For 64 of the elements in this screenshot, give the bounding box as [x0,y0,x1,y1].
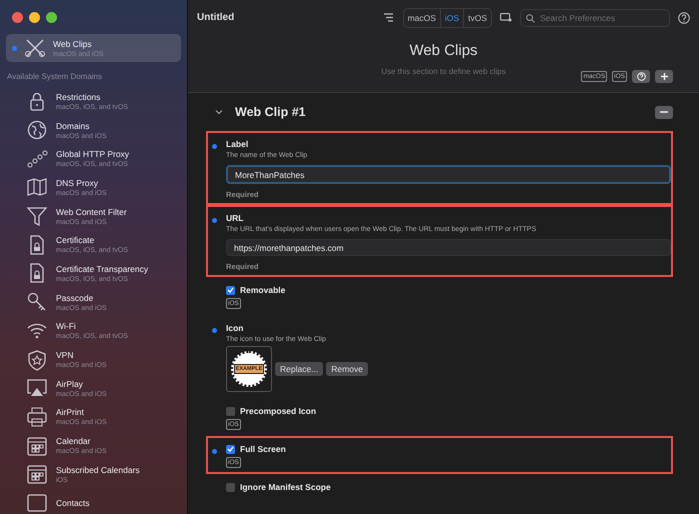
globe-icon [26,119,48,142]
item-name: Global HTTP Proxy [56,149,130,160]
page-subtitle: Use this section to define web clips [381,67,506,76]
nodes-icon [26,148,48,170]
help-icon [636,72,646,81]
window-title: Untitled [197,12,236,23]
checkbox-label: Ignore Manifest Scope [240,482,331,492]
plus-icon [660,73,668,80]
help-button[interactable] [632,70,650,83]
item-name: Passcode [56,292,94,303]
section-title: Web Clip #1 [235,105,307,119]
funnel-icon [26,205,48,228]
checkbox[interactable] [226,482,235,492]
platform-tab[interactable]: iOS [440,8,464,26]
sidebar-item[interactable]: Contacts [0,488,187,514]
image-button[interactable]: Replace... [275,362,324,376]
checkbox[interactable] [226,444,235,454]
item-name: Subscribed Calendars [56,464,140,475]
item-name: Web Clips [53,38,93,48]
page-title: Web Clips [409,42,478,59]
printer-icon [26,406,48,428]
item-name: VPN [56,350,74,360]
item-name: Web Content Filter [56,206,127,217]
shield-icon [26,348,48,371]
checkbox[interactable] [226,406,235,416]
item-name: DNS Proxy [56,178,100,188]
item-name: Contacts [56,498,90,508]
field-label: Icon [226,323,244,333]
display-icon[interactable] [500,13,512,22]
close-button[interactable] [12,12,23,23]
minimize-button[interactable] [29,12,40,23]
checkbox-label: Precomposed Icon [240,406,316,416]
zoom-button[interactable] [46,12,57,23]
add-button[interactable] [655,70,673,83]
item-name: Wi-Fi [56,321,77,332]
item-name: Certificate [56,235,96,246]
item-name: Calendar [56,436,92,446]
item-name: Restrictions [56,92,102,102]
help-icon[interactable] [678,12,690,24]
calendar-icon [26,434,48,457]
item-name: Certificate Transparency [56,264,148,274]
item-name: Domains [56,120,91,131]
text-field[interactable]: MoreThanPatches [226,165,671,184]
search-field[interactable]: Search Preferences [520,8,670,26]
section-heading: Available System Domains [6,71,104,83]
field-label: URL [226,213,244,223]
minus-icon [660,111,668,113]
checkbox[interactable] [226,286,235,294]
checkbox-label: Full Screen [240,444,286,454]
platform-tab[interactable]: tvOS [463,8,491,26]
field-label: Label [226,139,248,149]
text-field[interactable]: https://morethanpatches.com [226,239,671,256]
scissors-icon [24,37,46,59]
map-icon [26,176,48,198]
platform-tab[interactable]: macOS [404,8,440,26]
contact-card-icon [26,492,48,514]
item-name: AirPrint [56,407,85,418]
calendar-icon [26,463,48,486]
item-name: AirPlay [56,378,84,389]
filter-list-icon[interactable] [384,13,395,22]
chevron-icon[interactable] [215,108,223,116]
image-button[interactable]: Remove [326,362,368,376]
remove-button[interactable] [655,106,673,118]
checkbox-label: Removable [240,285,286,295]
